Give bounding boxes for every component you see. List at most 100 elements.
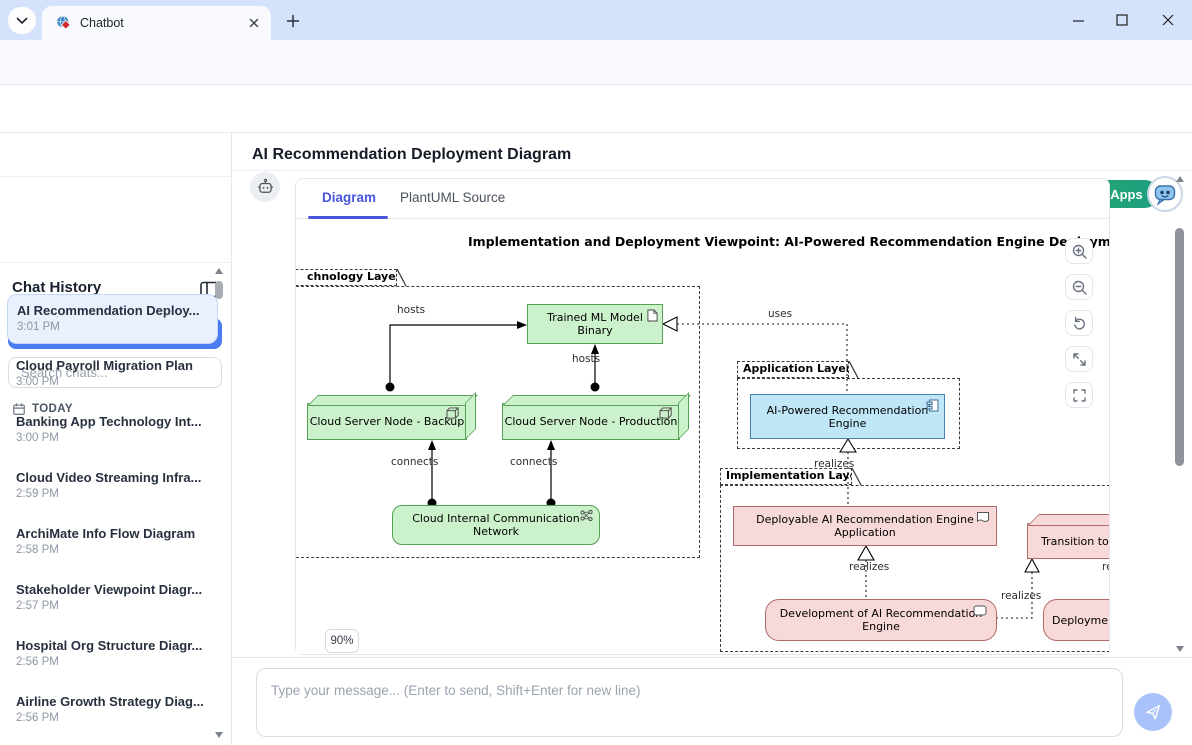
zoom-out-button[interactable]: [1065, 274, 1093, 300]
edge-label-realizes: realizes: [814, 458, 854, 470]
chat-item-6[interactable]: Hospital Org Structure Diagr... 2:56 PM: [7, 630, 218, 680]
tab-diagram[interactable]: Diagram: [322, 190, 376, 205]
maximize-icon: [1116, 14, 1128, 26]
plus-icon: [286, 14, 300, 28]
sidebar-scroll-up[interactable]: [215, 268, 223, 274]
chat-item-time: 2:56 PM: [16, 656, 209, 668]
chat-item-time: 3:00 PM: [16, 432, 209, 444]
new-tab-button[interactable]: [280, 9, 306, 33]
node-cloud-server-production: Cloud Server Node - Production: [502, 403, 680, 440]
tab-plantuml-source[interactable]: PlantUML Source: [400, 190, 505, 205]
fullscreen-button[interactable]: [1065, 382, 1093, 408]
zoom-in-icon: [1071, 243, 1088, 260]
component-icon: [926, 399, 939, 412]
node-label: Trained ML Model Binary: [528, 311, 662, 337]
chat-item-1[interactable]: Cloud Payroll Migration Plan 3:00 PM: [7, 350, 218, 400]
node-cube-icon: [659, 407, 674, 420]
app-window: Chatbot ai-toolbox.visual-paradigm.com/a…: [0, 0, 1192, 745]
chat-item-title: Cloud Payroll Migration Plan: [16, 358, 209, 373]
bot-message-avatar: [250, 172, 280, 202]
chat-item-title: ArchiMate Info Flow Diagram: [16, 526, 209, 541]
chat-item-title: Hospital Org Structure Diagr...: [16, 638, 209, 653]
minimize-icon: [1072, 14, 1085, 27]
network-icon: [580, 510, 593, 521]
browser-titlebar: Chatbot: [0, 0, 1192, 40]
chat-item-time: 2:56 PM: [16, 712, 209, 724]
node-deployment: Deployment: [1043, 599, 1109, 641]
main-scroll-thumb[interactable]: [1175, 228, 1184, 466]
chat-item-title: Stakeholder Viewpoint Diagr...: [16, 582, 209, 597]
main-divider: [232, 170, 1192, 171]
node-label: Development of AI Recommendation Engine: [766, 607, 996, 633]
diagram-canvas[interactable]: Implementation and Deployment Viewpoint:…: [296, 220, 1109, 654]
node-cube-icon: [446, 407, 461, 420]
page-title: AI Recommendation Deployment Diagram: [252, 146, 571, 164]
chat-item-5[interactable]: Stakeholder Viewpoint Diagr... 2:57 PM: [7, 574, 218, 624]
tab-search-button[interactable]: [8, 7, 36, 34]
edge-label-connects: connects: [391, 456, 438, 468]
chat-item-7[interactable]: Airline Growth Strategy Diag... 2:56 PM: [7, 686, 218, 736]
node-communication-network: Cloud Internal Communication Network: [392, 505, 600, 545]
main-scroll-down[interactable]: [1176, 646, 1184, 652]
composer-divider: [232, 657, 1192, 658]
window-minimize-button[interactable]: [1058, 5, 1098, 35]
sidebar-scroll-down[interactable]: [215, 732, 223, 738]
chat-item-2[interactable]: Banking App Technology Int... 3:00 PM: [7, 406, 218, 456]
sidebar-divider-2: [0, 262, 232, 263]
robot-icon: [256, 178, 275, 197]
node-transition: Transition to A: [1027, 523, 1109, 559]
chat-item-3[interactable]: Cloud Video Streaming Infra... 2:59 PM: [7, 462, 218, 512]
node-deployable-application: Deployable AI Recommendation Engine Appl…: [733, 506, 997, 546]
browser-toolbar: ai-toolbox.visual-paradigm.com/app/chatb…: [0, 40, 1192, 85]
sidebar-scroll-thumb[interactable]: [215, 281, 223, 299]
work-package-icon: [973, 605, 987, 616]
chat-item-title: Banking App Technology Int...: [16, 414, 209, 429]
reset-view-button[interactable]: [1065, 310, 1093, 336]
send-button[interactable]: [1134, 693, 1172, 731]
send-plane-icon: [1144, 703, 1162, 721]
chat-item-title: AI Recommendation Deploy...: [17, 303, 208, 318]
chat-item-4[interactable]: ArchiMate Info Flow Diagram 2:58 PM: [7, 518, 218, 568]
window-maximize-button[interactable]: [1102, 5, 1142, 35]
chat-item-title: Airline Growth Strategy Diag...: [16, 694, 209, 709]
node-label: Transition to A: [1041, 535, 1109, 548]
node-cloud-server-backup: Cloud Server Node - Backup: [307, 403, 467, 440]
chat-item-time: 2:58 PM: [16, 544, 209, 556]
edge-label-uses: uses: [768, 308, 792, 320]
diagram-card: Diagram PlantUML Source Implementation a…: [295, 178, 1110, 655]
node-label: Cloud Internal Communication Network: [393, 512, 599, 538]
node-development: Development of AI Recommendation Engine: [765, 599, 997, 641]
reset-icon: [1071, 315, 1087, 331]
deliverable-icon: [976, 511, 990, 523]
edge-label-hosts: hosts: [572, 353, 600, 365]
browser-tab-chatbot[interactable]: Chatbot: [42, 6, 271, 40]
zoom-out-icon: [1071, 279, 1088, 296]
edge-label-hosts: hosts: [397, 304, 425, 316]
edge-label-realizes-clipped: realizes: [1102, 561, 1109, 573]
tab-close-icon[interactable]: [247, 16, 261, 30]
zoom-in-button[interactable]: [1065, 238, 1093, 264]
chat-item-0[interactable]: AI Recommendation Deploy... 3:01 PM: [7, 294, 218, 344]
zoom-level-badge: 90%: [325, 629, 359, 653]
close-icon: [1161, 13, 1175, 27]
chevron-down-icon: [16, 17, 28, 25]
sidebar: Chat History + New Chat TODAY AI Recomme…: [0, 133, 232, 745]
artifact-icon: [647, 309, 658, 322]
main-scroll-up[interactable]: [1176, 176, 1184, 182]
window-close-button[interactable]: [1148, 5, 1188, 35]
tab-title: Chatbot: [80, 16, 247, 30]
node-label: Cloud Server Node - Backup: [310, 415, 464, 428]
node-label: Deployment: [1052, 614, 1109, 627]
node-label: AI-Powered Recommendation Engine: [751, 404, 944, 430]
chat-item-title: Cloud Video Streaming Infra...: [16, 470, 209, 485]
chat-item-time: 3:01 PM: [17, 321, 208, 333]
message-input[interactable]: [256, 668, 1123, 737]
tab-active-underline: [308, 216, 388, 219]
composer: [256, 668, 1123, 737]
expand-button[interactable]: [1065, 346, 1093, 372]
chatbot-face-icon: [1152, 181, 1178, 207]
tab-bar: Diagram PlantUML Source: [296, 179, 1109, 219]
edge-label-realizes: realizes: [1001, 590, 1041, 602]
favicon-visual-paradigm: [56, 15, 72, 31]
chat-item-time: 3:00 PM: [16, 376, 209, 388]
